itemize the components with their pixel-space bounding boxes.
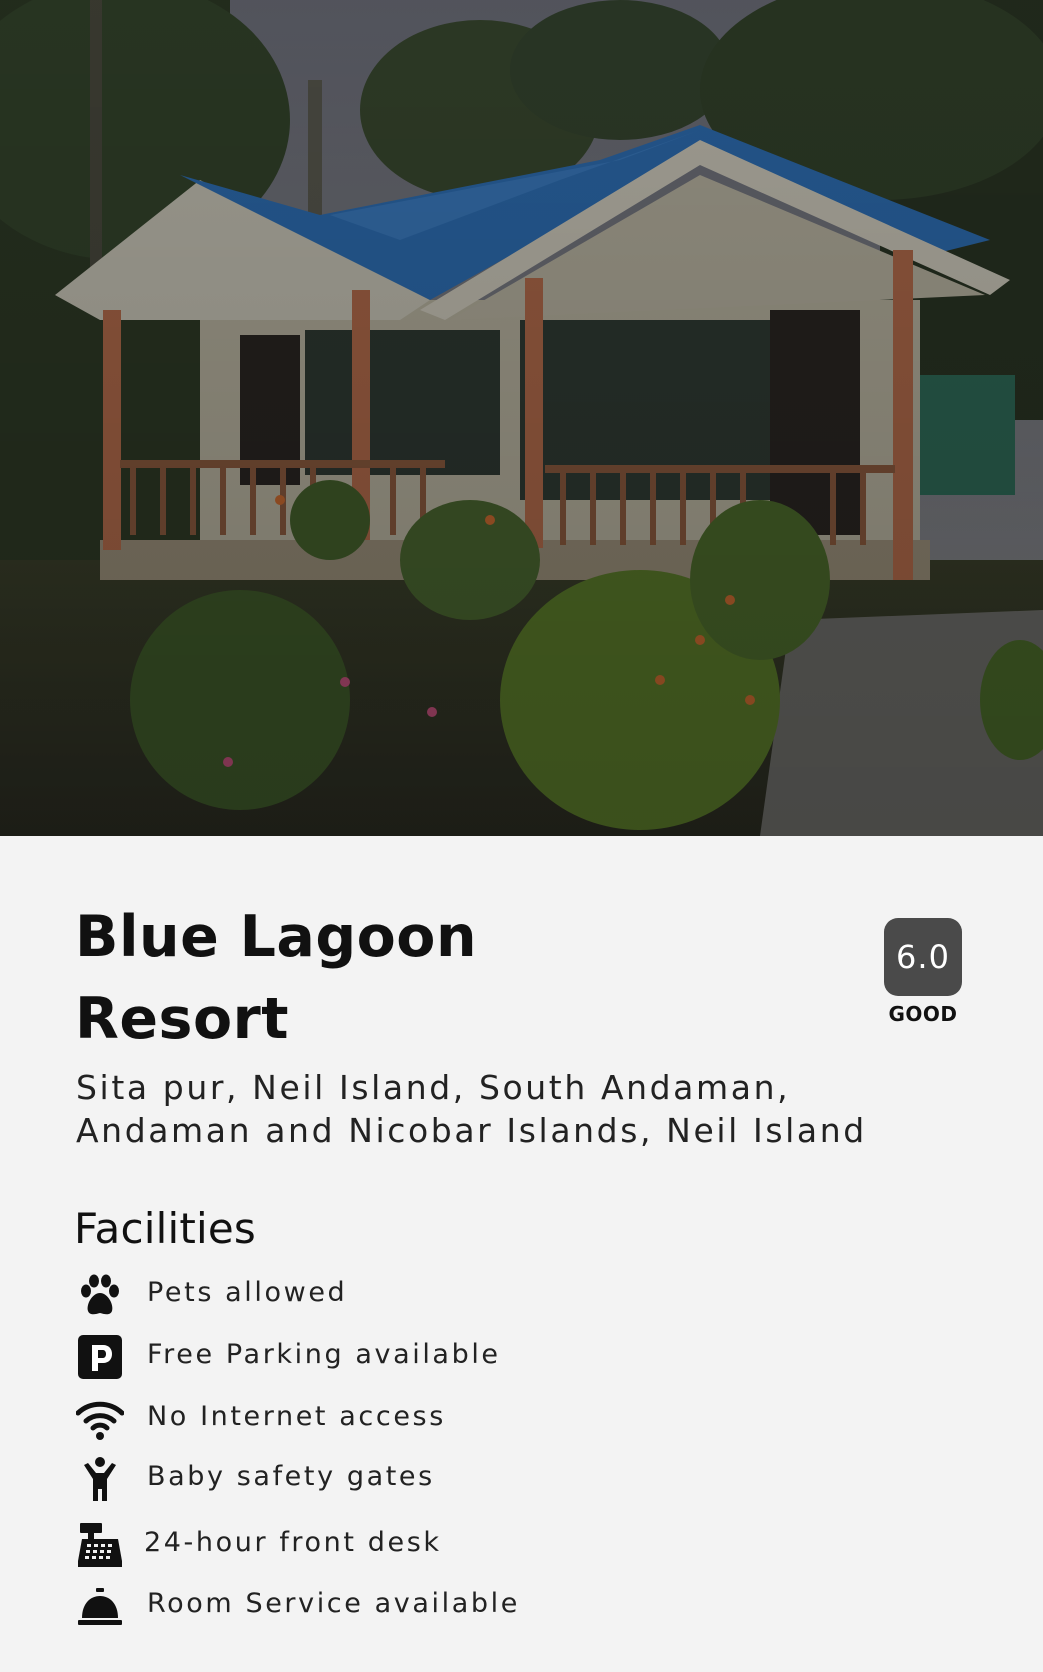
child-icon bbox=[76, 1455, 124, 1503]
facility-label: Baby safety gates bbox=[147, 1461, 435, 1492]
hotel-address: Sita pur, Neil Island, South Andaman, An… bbox=[76, 1066, 976, 1152]
parking-icon bbox=[76, 1333, 124, 1381]
hotel-details-card: Blue Lagoon Resort 6.0 GOOD Sita pur, Ne… bbox=[0, 836, 1043, 1672]
hero-photo bbox=[0, 0, 1043, 836]
address-line-1: Sita pur, Neil Island, South Andaman, bbox=[76, 1068, 791, 1107]
paw-icon bbox=[76, 1271, 124, 1319]
hotel-name-line-1: Blue Lagoon bbox=[75, 904, 478, 970]
facility-item-room-service: Room Service available bbox=[76, 1582, 776, 1632]
facility-label: Room Service available bbox=[147, 1588, 520, 1619]
service-bell-icon bbox=[76, 1582, 124, 1630]
facility-item-parking: Free Parking available bbox=[76, 1333, 776, 1383]
facility-item-pets: Pets allowed bbox=[76, 1271, 776, 1321]
facility-label: Pets allowed bbox=[147, 1277, 348, 1308]
facilities-heading: Facilities bbox=[74, 1204, 256, 1253]
hotel-name-line-2: Resort bbox=[75, 986, 289, 1052]
rating-badge: 6.0 GOOD bbox=[884, 918, 962, 1026]
wifi-icon bbox=[76, 1395, 124, 1443]
facility-item-front-desk: 24-hour front desk bbox=[76, 1521, 776, 1571]
cash-register-icon bbox=[76, 1521, 124, 1569]
rating-label: GOOD bbox=[888, 1002, 958, 1026]
facility-item-internet: No Internet access bbox=[76, 1395, 776, 1445]
address-line-2: Andaman and Nicobar Islands, Neil Island bbox=[76, 1111, 867, 1150]
facility-label: Free Parking available bbox=[147, 1339, 501, 1370]
facility-label: 24-hour front desk bbox=[144, 1527, 442, 1558]
rating-score: 6.0 bbox=[884, 918, 962, 996]
facility-item-baby-gates: Baby safety gates bbox=[76, 1455, 776, 1505]
facility-label: No Internet access bbox=[147, 1401, 446, 1432]
hotel-name: Blue Lagoon Resort bbox=[75, 896, 795, 1060]
